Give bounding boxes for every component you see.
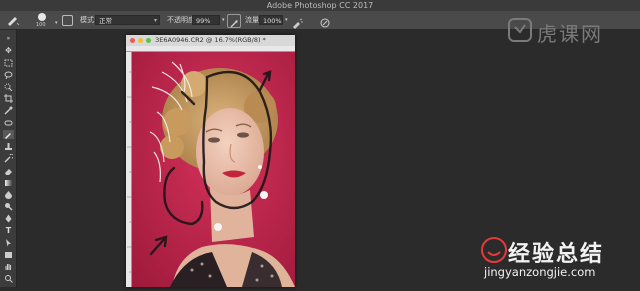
zoom-window-icon[interactable]: [146, 38, 151, 43]
watermark-cn-text: 经验总结: [508, 242, 605, 267]
history-brush-tool-icon[interactable]: [3, 154, 14, 163]
hand-tool-icon[interactable]: [3, 262, 14, 271]
app-title-bar: Adobe Photoshop CC 2017: [0, 0, 640, 11]
quick-select-tool-icon[interactable]: [3, 82, 14, 91]
eyedropper-tool-icon[interactable]: [3, 106, 14, 115]
mode-label: 模式:: [80, 16, 97, 24]
path-select-tool-icon[interactable]: [3, 238, 14, 247]
watermark-top-text: 虎课网: [537, 22, 603, 46]
brush-size-value: 100: [36, 22, 46, 28]
document-window: 3E6A0946.CR2 @ 16.7%(RGB/8) *: [126, 35, 295, 287]
type-tool-icon[interactable]: T: [3, 226, 14, 235]
document-title: 3E6A0946.CR2 @ 16.7%(RGB/8) *: [155, 36, 266, 44]
blur-tool-icon[interactable]: [3, 190, 14, 199]
pen-tool-icon[interactable]: [3, 214, 14, 223]
document-tab[interactable]: 3E6A0946.CR2 @ 16.7%(RGB/8) *: [126, 35, 295, 46]
portrait-photo: [132, 52, 295, 287]
site-watermark: 经验总结 jingyanzongjie.com: [478, 236, 638, 284]
brush-size-picker[interactable]: 100: [34, 12, 50, 28]
flow-input[interactable]: 100%: [259, 15, 283, 25]
chevron-down-icon: ▾: [153, 17, 157, 24]
eraser-tool-icon[interactable]: [3, 166, 14, 175]
chevron-down-icon[interactable]: ▾: [222, 13, 225, 27]
airbrush-icon[interactable]: [291, 14, 303, 29]
watermark-logo: 虎课网: [507, 13, 627, 53]
close-window-icon[interactable]: [130, 38, 135, 43]
flow-value: 100%: [263, 17, 282, 25]
chevron-down-icon[interactable]: ▾: [285, 13, 288, 27]
brush-tool-icon[interactable]: [3, 130, 14, 139]
minimize-window-icon[interactable]: [138, 38, 143, 43]
opacity-value: 99%: [196, 17, 211, 25]
brush-tool-preset-icon[interactable]: [6, 14, 20, 28]
gradient-tool-icon[interactable]: [3, 178, 14, 187]
clone-stamp-tool-icon[interactable]: [3, 142, 14, 151]
smile-logo-icon: [481, 237, 507, 263]
rectangle-tool-icon[interactable]: [3, 250, 14, 259]
move-tool-icon[interactable]: ✥: [3, 46, 14, 55]
blend-mode-select[interactable]: 正常 ▾: [95, 15, 160, 25]
opacity-input[interactable]: 99%: [192, 15, 220, 25]
healing-tool-icon[interactable]: [3, 118, 14, 127]
brush-preview-icon: [38, 13, 46, 21]
zoom-tool-icon[interactable]: [3, 274, 14, 283]
dodge-tool-icon[interactable]: [3, 202, 14, 211]
tools-panel: » ✥ T: [0, 30, 17, 287]
pressure-opacity-icon[interactable]: [227, 14, 241, 28]
crop-tool-icon[interactable]: [3, 94, 14, 103]
brush-panel-toggle-icon[interactable]: [62, 15, 73, 26]
blend-mode-value: 正常: [99, 17, 112, 25]
image-canvas[interactable]: [132, 52, 295, 287]
marquee-tool-icon[interactable]: [3, 58, 14, 67]
panel-collapse-icon[interactable]: »: [3, 34, 14, 43]
lasso-tool-icon[interactable]: [3, 70, 14, 79]
app-title: Adobe Photoshop CC 2017: [266, 1, 374, 10]
pressure-size-icon[interactable]: [319, 14, 331, 28]
watermark-url: jingyanzongjie.com: [484, 265, 596, 279]
